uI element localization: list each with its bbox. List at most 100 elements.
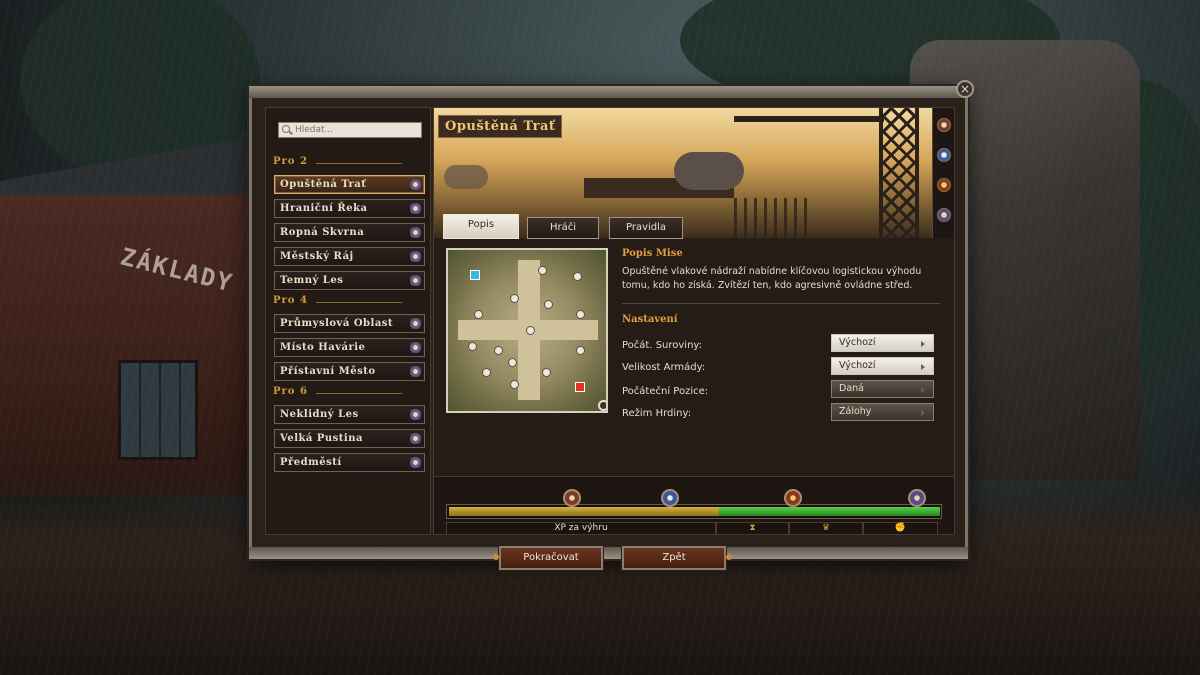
continue-label: Pokračovat [523, 552, 579, 563]
xp-progress-green [719, 507, 940, 516]
caret-right-icon [921, 341, 925, 347]
tab-hraci[interactable]: Hráči [527, 217, 599, 239]
silver-rank-icon [661, 489, 679, 507]
starting-resources-dropdown[interactable]: Výchozí [831, 334, 934, 352]
group-divider [316, 302, 402, 303]
gauntlet-glyph: ✊ [894, 523, 907, 533]
map-item-label: Neklidný Les [280, 409, 359, 420]
map-item-temny-les[interactable]: Temný Les [274, 271, 425, 290]
bronze-rank-icon [563, 489, 581, 507]
group-heading-pro-2: Pro 2 [273, 156, 308, 167]
map-item-velka-pustina[interactable]: Velká Pustina [274, 429, 425, 448]
search-placeholder: Hledat... [295, 125, 334, 135]
map-pin-icon [410, 366, 421, 377]
xp-progress-bar [446, 504, 942, 519]
map-item-mestsky-raj[interactable]: Městský Ráj [274, 247, 425, 266]
dropdown-value: Výchozí [839, 360, 876, 371]
podium-icon: ♛ [789, 522, 863, 535]
setting-label-starting-position: Počáteční Pozice: [622, 386, 709, 397]
minimap-resource-point [468, 342, 477, 351]
xp-per-win-label: XP za výhru [446, 522, 716, 535]
continue-button[interactable]: Pokračovat [493, 546, 603, 570]
mission-description: Opuštěné vlakové nádraží nabídne klíčovo… [622, 266, 922, 291]
map-pin-icon [410, 179, 421, 190]
minimap-player-start-blue [470, 270, 480, 280]
group-heading-pro-6: Pro 6 [273, 386, 308, 397]
side-icon-bar [932, 108, 954, 238]
search-icon [282, 125, 290, 133]
setting-label-starting-resources: Počát. Suroviny: [622, 340, 702, 351]
map-pin-icon [410, 318, 421, 329]
caret-right-icon [921, 364, 925, 370]
bronze-medal-icon[interactable] [937, 118, 951, 132]
minimap-resource-point [544, 300, 553, 309]
search-input[interactable]: Hledat... [278, 122, 422, 138]
hourglass-glyph: ⧗ [749, 523, 756, 533]
minimap[interactable] [446, 248, 608, 413]
dropdown-value: Daná [839, 383, 864, 394]
button-stud [493, 554, 499, 560]
group-divider [316, 393, 402, 394]
army-size-dropdown[interactable]: Výchozí [831, 357, 934, 375]
silver-medal-icon[interactable] [937, 148, 951, 162]
map-item-label: Městský Ráj [280, 251, 354, 262]
dropdown-value: Zálohy [839, 406, 872, 417]
dropdown-value: Výchozí [839, 337, 876, 348]
minimap-resource-point [482, 368, 491, 377]
back-button[interactable]: Zpět [622, 546, 732, 570]
storage-tank [444, 165, 488, 189]
map-pin-icon [410, 227, 421, 238]
minimap-resource-point [510, 294, 519, 303]
map-item-ropna-skvrna[interactable]: Ropná Skvrna [274, 223, 425, 242]
zoom-icon[interactable] [598, 400, 606, 411]
gauntlet-icon: ✊ [863, 522, 938, 535]
minimap-resource-point [508, 358, 517, 367]
minimap-resource-point [474, 310, 483, 319]
close-button[interactable]: × [956, 80, 974, 98]
map-item-predmesti[interactable]: Předměstí [274, 453, 425, 472]
minimap-resource-point [510, 380, 519, 389]
map-title: Opuštěná Trať [438, 115, 563, 138]
hourglass-icon: ⧗ [716, 522, 789, 535]
hero-mode-dropdown[interactable]: Zálohy [831, 403, 934, 421]
map-list-panel: Hledat... Pro 2 Opuštěná Trať Hraniční Ř… [265, 107, 431, 535]
map-item-label: Temný Les [280, 275, 344, 286]
steel-tower [879, 108, 919, 238]
map-item-neklidny-les[interactable]: Neklidný Les [274, 405, 425, 424]
railway-track [734, 198, 814, 238]
map-item-misto-havarie[interactable]: Místo Havárie [274, 338, 425, 357]
elite-medal-icon[interactable] [937, 208, 951, 222]
setting-label-hero-mode: Režim Hrdiny: [622, 408, 692, 419]
map-item-label: Velká Pustina [280, 433, 363, 444]
map-item-prumyslova-oblast[interactable]: Průmyslová Oblast [274, 314, 425, 333]
settings-heading: Nastavení [622, 314, 678, 325]
minimap-player-start-red [575, 382, 585, 392]
map-item-label: Přístavní Město [280, 366, 376, 377]
starting-position-dropdown[interactable]: Daná [831, 380, 934, 398]
xp-progress-area: XP za výhru ⧗ ♛ ✊ [434, 476, 954, 535]
dialog-frame-top [249, 86, 968, 98]
map-item-label: Předměstí [280, 457, 342, 468]
group-heading-pro-4: Pro 4 [273, 295, 308, 306]
map-item-pristavni-mesto[interactable]: Přístavní Město [274, 362, 425, 381]
gold-rank-icon [784, 489, 802, 507]
steel-beam [734, 116, 884, 122]
minimap-resource-point [526, 326, 535, 335]
map-item-opustena-trat[interactable]: Opuštěná Trať [274, 175, 425, 194]
minimap-resource-point [576, 346, 585, 355]
map-item-label: Hraniční Řeka [280, 203, 368, 214]
gold-medal-icon[interactable] [937, 178, 951, 192]
elite-rank-icon [908, 489, 926, 507]
minimap-resource-point [576, 310, 585, 319]
map-item-label: Místo Havárie [280, 342, 366, 353]
map-pin-icon [410, 251, 421, 262]
minimap-resource-point [494, 346, 503, 355]
xp-progress-gold [449, 507, 719, 516]
map-pin-icon [410, 275, 421, 286]
map-item-hranicni-reka[interactable]: Hraniční Řeka [274, 199, 425, 218]
button-stud [726, 554, 732, 560]
tab-pravidla[interactable]: Pravidla [609, 217, 683, 239]
tab-popis[interactable]: Popis [443, 214, 519, 239]
tank-wagon [674, 152, 744, 190]
map-pin-icon [410, 342, 421, 353]
